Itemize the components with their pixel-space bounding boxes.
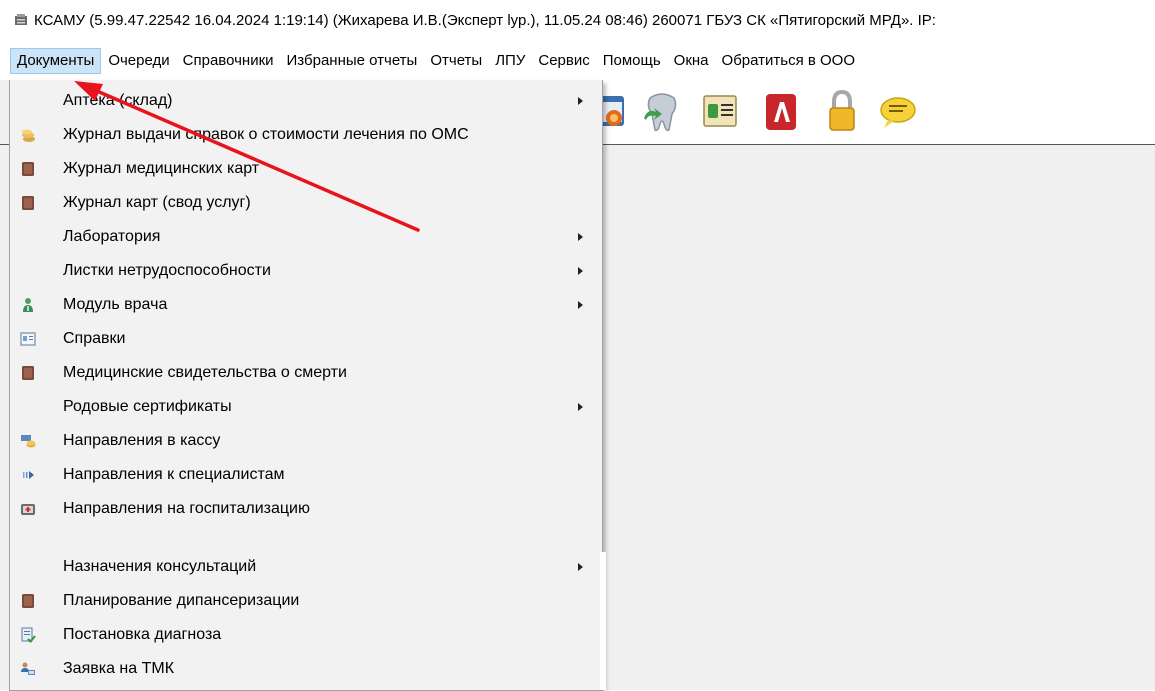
window-titlebar: КСАМУ (5.99.47.22542 16.04.2024 1:19:14)… bbox=[0, 0, 1155, 42]
app-logo-icon bbox=[15, 14, 27, 26]
submenu-arrow-icon bbox=[578, 301, 583, 309]
menu-item-dispensary-planning[interactable]: Планирование дипансеризации bbox=[10, 584, 602, 618]
telemed-icon bbox=[21, 662, 35, 675]
menu-item-medical-cards-log[interactable]: Журнал медицинских карт bbox=[10, 152, 602, 186]
menu-item-label: Направления на госпитализацию bbox=[63, 500, 310, 517]
toolbar bbox=[600, 80, 1155, 145]
menu-item-label: Журнал медицинских карт bbox=[63, 160, 260, 177]
menu-bar: Документы Очереди Справочники Избранные отч… bbox=[0, 48, 1155, 76]
menu-directories[interactable]: Справочники bbox=[177, 48, 280, 74]
submenu-edge bbox=[600, 552, 606, 690]
menu-item-label: Модуль врача bbox=[63, 296, 168, 313]
window-title: КСАМУ (5.99.47.22542 16.04.2024 1:19:14)… bbox=[34, 12, 936, 29]
menu-item-label: Справки bbox=[63, 330, 126, 347]
menu-item-label: Журнал выдачи справок о стоимости лечени… bbox=[63, 126, 469, 143]
menu-item-specialist-referrals[interactable]: Направления к специалистам bbox=[10, 458, 602, 492]
menu-queues[interactable]: Очереди bbox=[102, 48, 175, 74]
menu-item-consultation-assignments[interactable]: Назначения консультаций bbox=[10, 550, 602, 584]
menu-item-label: Родовые сертификаты bbox=[63, 398, 232, 415]
book-icon bbox=[22, 366, 34, 380]
forward-icon bbox=[23, 471, 34, 479]
documents-dropdown-menu: Аптека (склад) Журнал выдачи справок о с… bbox=[9, 80, 603, 691]
menu-item-label: Журнал карт (свод услуг) bbox=[63, 194, 251, 211]
menu-item-label: Направления к специалистам bbox=[63, 466, 285, 483]
menu-item-cards-log-services[interactable]: Журнал карт (свод услуг) bbox=[10, 186, 602, 220]
menu-item-label: Планирование дипансеризации bbox=[63, 592, 300, 609]
submenu-arrow-icon bbox=[578, 267, 583, 275]
menu-item-diagnosis[interactable]: Постановка диагноза bbox=[10, 618, 602, 652]
menu-item-label: Медицинские свидетельства о смерти bbox=[63, 364, 347, 381]
menu-service[interactable]: Сервис bbox=[532, 48, 595, 74]
menu-favorite-reports[interactable]: Избранные отчеты bbox=[281, 48, 424, 74]
diagnosis-check-icon bbox=[21, 627, 36, 643]
menu-windows[interactable]: Окна bbox=[668, 48, 715, 74]
menu-item-laboratory[interactable]: Лаборатория bbox=[10, 220, 602, 254]
menu-item-certificates[interactable]: Справки bbox=[10, 322, 602, 356]
coins-icon bbox=[22, 129, 35, 142]
menu-item-label: Листки нетрудоспособности bbox=[63, 262, 271, 279]
menu-item-label: Постановка диагноза bbox=[63, 626, 222, 643]
menu-reports[interactable]: Отчеты bbox=[424, 48, 488, 74]
book-icon bbox=[22, 594, 34, 608]
menu-item-label: Направления в кассу bbox=[63, 432, 221, 449]
cashier-icon bbox=[21, 435, 36, 448]
certificate-icon bbox=[20, 332, 36, 346]
mdi-workspace bbox=[600, 145, 1155, 690]
menu-item-cashier-referrals[interactable]: Направления в кассу bbox=[10, 424, 602, 458]
tooth-icon[interactable] bbox=[642, 88, 682, 134]
padlock-icon[interactable] bbox=[822, 88, 862, 134]
submenu-arrow-icon bbox=[578, 563, 583, 571]
menu-item-doctor-module[interactable]: Модуль врача bbox=[10, 288, 602, 322]
menu-item-pharmacy[interactable]: Аптека (склад) bbox=[10, 84, 602, 118]
menu-item-label: Аптека (склад) bbox=[63, 92, 173, 109]
calendar-icon[interactable] bbox=[600, 88, 628, 134]
chat-bubble-icon[interactable] bbox=[878, 88, 918, 134]
menu-item-label: Лаборатория bbox=[63, 228, 161, 245]
hospital-icon bbox=[21, 504, 35, 515]
book-icon bbox=[22, 162, 34, 176]
menu-help[interactable]: Помощь bbox=[597, 48, 667, 74]
menu-item-tmk-request[interactable]: Заявка на ТМК bbox=[10, 652, 602, 686]
menu-documents[interactable]: Документы bbox=[10, 48, 102, 74]
submenu-arrow-icon bbox=[578, 403, 583, 411]
menu-item-hospitalization-referrals[interactable]: Направления на госпитализацию bbox=[10, 492, 602, 526]
menu-contact-vendor[interactable]: Обратиться в ООО bbox=[716, 48, 861, 74]
id-card-icon[interactable] bbox=[700, 88, 740, 134]
menu-item-birth-certificates[interactable]: Родовые сертификаты bbox=[10, 390, 602, 424]
submenu-arrow-icon bbox=[578, 233, 583, 241]
acrobat-icon[interactable] bbox=[762, 88, 802, 134]
menu-item-death-certificates[interactable]: Медицинские свидетельства о смерти bbox=[10, 356, 602, 390]
menu-item-oms-cost-certificates-log[interactable]: Журнал выдачи справок о стоимости лечени… bbox=[10, 118, 602, 152]
submenu-arrow-icon bbox=[578, 97, 583, 105]
menu-item-label: Заявка на ТМК bbox=[63, 660, 175, 677]
menu-item-label: Назначения консультаций bbox=[63, 558, 257, 575]
book-icon bbox=[22, 196, 34, 210]
menu-item-sick-leave[interactable]: Листки нетрудоспособности bbox=[10, 254, 602, 288]
menu-lpu[interactable]: ЛПУ bbox=[489, 48, 531, 74]
doctor-icon bbox=[23, 298, 33, 312]
